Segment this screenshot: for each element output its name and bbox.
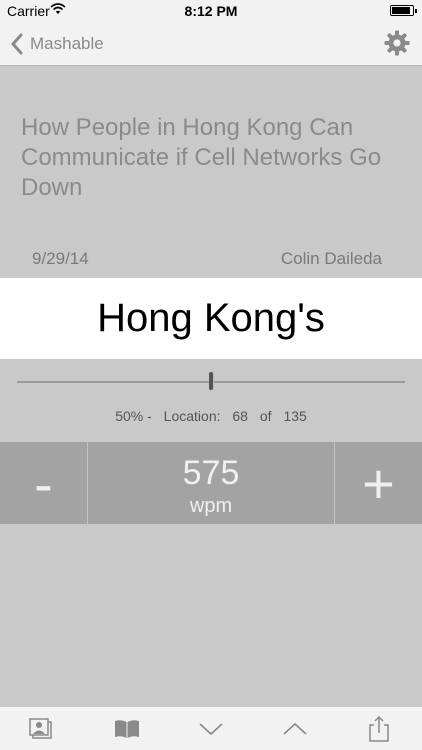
- location-info: 50% - Location: 68 of 135: [0, 408, 422, 424]
- chevron-down-icon[interactable]: [197, 715, 225, 743]
- progress-percent: 50% -: [115, 408, 152, 424]
- progress-slider[interactable]: [17, 372, 405, 390]
- chevron-up-icon[interactable]: [281, 715, 309, 743]
- article-header: How People in Hong Kong Can Communicate …: [0, 66, 422, 278]
- word-display[interactable]: Hong Kong's: [0, 278, 422, 359]
- article-title: How People in Hong Kong Can Communicate …: [21, 114, 382, 201]
- book-icon[interactable]: [113, 715, 141, 743]
- increase-speed-button[interactable]: +: [334, 442, 422, 524]
- slider-thumb[interactable]: [209, 372, 213, 390]
- chevron-left-icon: [11, 33, 23, 55]
- bottom-toolbar: [0, 706, 422, 750]
- article-date: 9/29/14: [32, 249, 89, 268]
- speed-display: 575 wpm: [88, 442, 334, 524]
- speed-unit: wpm: [189, 495, 233, 517]
- status-bar: Carrier 8:12 PM: [0, 0, 422, 22]
- back-button[interactable]: Mashable: [10, 22, 104, 66]
- battery-icon: [390, 5, 417, 16]
- gear-icon[interactable]: [384, 30, 410, 56]
- decrease-speed-button[interactable]: -: [0, 442, 88, 524]
- article-author: Colin Daileda: [280, 249, 382, 268]
- location-of: of: [259, 408, 272, 424]
- nav-bar: Mashable: [0, 22, 422, 66]
- speed-control: - 575 wpm +: [0, 442, 422, 524]
- location-current: 68: [232, 408, 248, 424]
- clock: 8:12 PM: [184, 3, 238, 19]
- current-word: Hong Kong's: [97, 296, 325, 340]
- back-label: Mashable: [30, 34, 104, 53]
- speed-value: 575: [182, 454, 240, 492]
- location-label: Location:: [163, 408, 221, 424]
- location-total: 135: [283, 408, 307, 424]
- photos-icon[interactable]: [28, 715, 56, 743]
- share-icon[interactable]: [365, 715, 393, 743]
